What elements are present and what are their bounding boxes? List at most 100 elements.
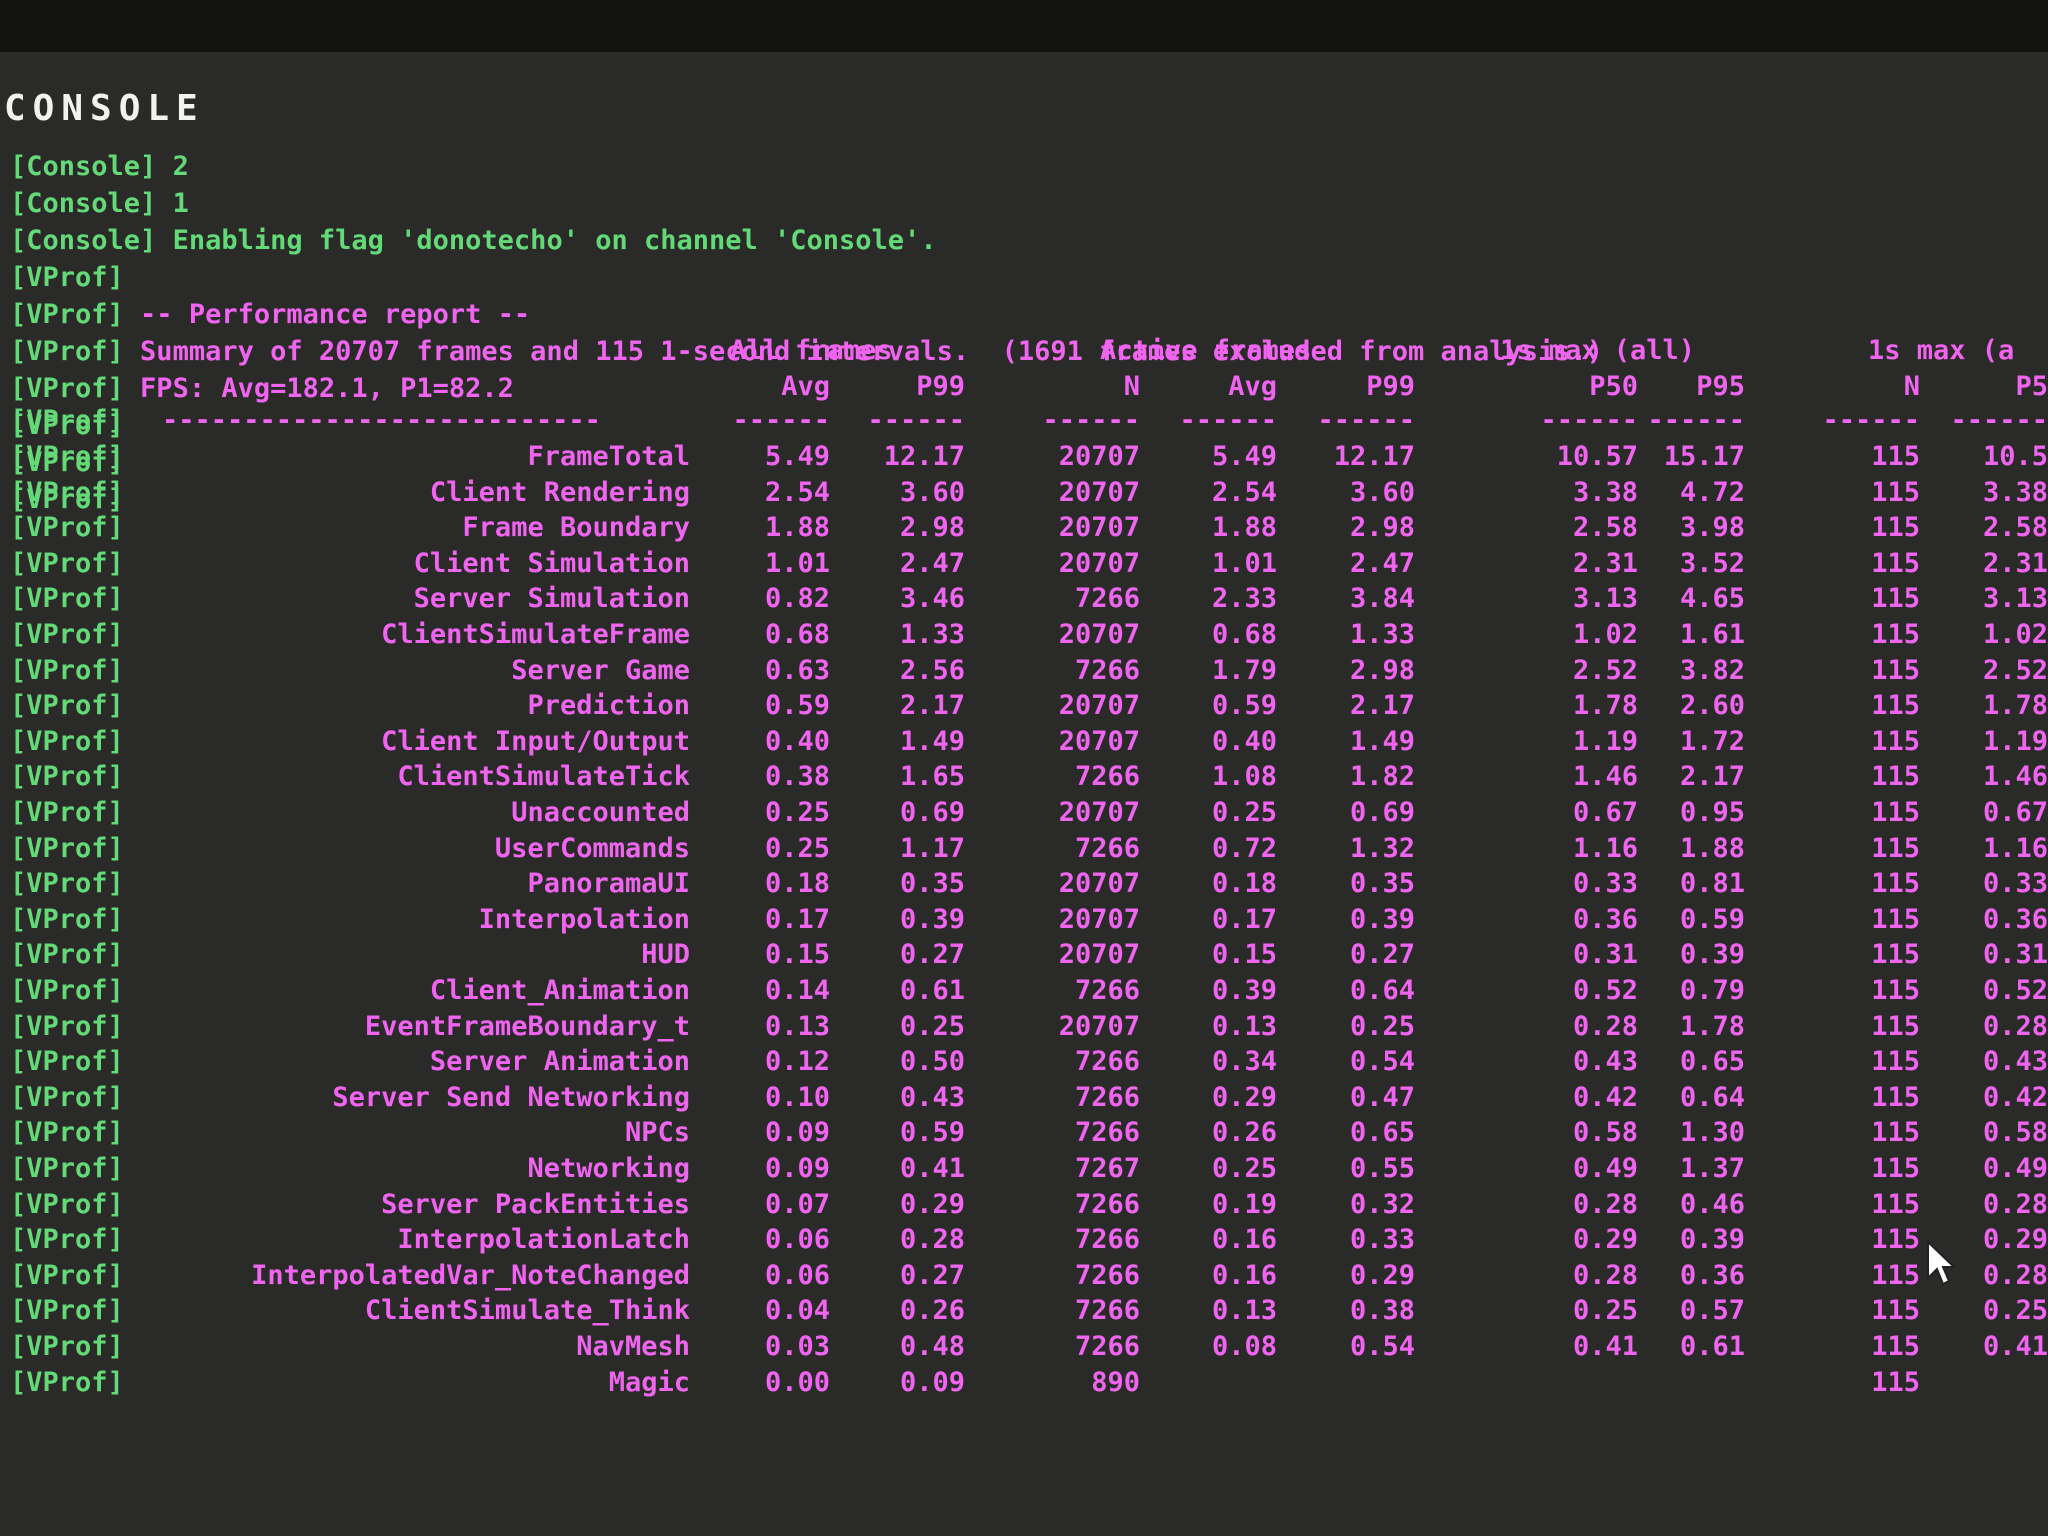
row-tag: [VProf]: [10, 833, 124, 864]
metric-value: 7266: [1074, 1189, 1140, 1220]
metric-value: 0.16: [1211, 1260, 1277, 1291]
metric-value: 2.17: [1349, 690, 1415, 721]
metric-value: 0.58: [1572, 1117, 1638, 1148]
console-line: [VProf]: [10, 259, 2048, 296]
metric-value: 7266: [1074, 1046, 1140, 1077]
metric-value: 0.46: [1679, 1189, 1745, 1220]
metric-value: 2.52: [1982, 655, 2048, 686]
metric-value: 3.98: [1679, 512, 1745, 543]
metric-value: 7266: [1074, 1295, 1140, 1326]
row-tag: [VProf]: [10, 441, 124, 472]
metric-value: 0.33: [1572, 868, 1638, 899]
metric-name: Prediction: [527, 690, 690, 721]
console-title: CONSOLE: [4, 88, 205, 129]
metric-value: 0.28: [1572, 1189, 1638, 1220]
group-header-active-frames: Active frames: [1100, 335, 1312, 366]
metric-value: 3.82: [1679, 655, 1745, 686]
log-text: 1: [156, 188, 189, 219]
metric-value: 1.65: [899, 761, 965, 792]
metric-value: 0.25: [764, 833, 830, 864]
metric-value: 1.78: [1982, 690, 2048, 721]
metric-value: 1.82: [1349, 761, 1415, 792]
metric-value: 115: [1871, 1011, 1920, 1042]
console-line: [Console] Enabling flag 'donotecho' on c…: [10, 222, 2048, 259]
metric-value: 0.59: [764, 690, 830, 721]
metric-value: 2.56: [899, 655, 965, 686]
metric-value: 115: [1871, 548, 1920, 579]
metric-value: 115: [1871, 868, 1920, 899]
metric-value: 0.00: [764, 1367, 830, 1398]
metric-value: 1.16: [1982, 833, 2048, 864]
metric-value: 0.82: [764, 583, 830, 614]
metric-name: Client Rendering: [429, 477, 690, 508]
metric-value: 7266: [1074, 1260, 1140, 1291]
metric-value: 0.09: [764, 1153, 830, 1184]
metric-value: 0.68: [1211, 619, 1277, 650]
metric-value: 1.49: [1349, 726, 1415, 757]
metric-value: 2.98: [1349, 655, 1415, 686]
metric-value: 3.46: [899, 583, 965, 614]
metric-value: 0.69: [899, 797, 965, 828]
metric-value: 115: [1871, 904, 1920, 935]
metric-value: 0.55: [1349, 1153, 1415, 1184]
metric-name: Unaccounted: [511, 797, 690, 828]
metric-value: 1.72: [1679, 726, 1745, 757]
metric-value: 1.02: [1572, 619, 1638, 650]
metric-value: 2.52: [1572, 655, 1638, 686]
metric-value: 20707: [1058, 477, 1140, 508]
metric-value: 0.29: [1211, 1082, 1277, 1113]
metric-value: [1928, 1364, 2048, 1401]
metric-value: 1.08: [1211, 761, 1277, 792]
metric-value: 1.17: [899, 833, 965, 864]
metric-name: InterpolatedVar_NoteChanged: [251, 1260, 690, 1291]
metric-value: 0.54: [1349, 1046, 1415, 1077]
group-header-1s-max-active: 1s max (a: [1868, 335, 2015, 366]
metric-value: 3.84: [1349, 583, 1415, 614]
column-header: P50: [1589, 371, 1638, 402]
metric-value: 0.41: [899, 1153, 965, 1184]
metric-value: 5.49: [764, 441, 830, 472]
metric-value: 0.42: [1982, 1082, 2048, 1113]
metric-value: 20707: [1058, 512, 1140, 543]
metric-value: 1.02: [1982, 619, 2048, 650]
metric-value: 1.79: [1211, 655, 1277, 686]
metric-value: 0.63: [764, 655, 830, 686]
metric-value: 12.17: [1333, 441, 1415, 472]
column-header: N: [1903, 371, 1920, 402]
metric-value: 0.95: [1679, 797, 1745, 828]
metric-value: 115: [1871, 477, 1920, 508]
metric-value: 20707: [1058, 726, 1140, 757]
metric-value: 0.25: [1982, 1295, 2048, 1326]
metric-name: ClientSimulate_Think: [364, 1295, 690, 1326]
metric-value: 115: [1871, 1367, 1920, 1398]
log-text: -- Performance report --: [123, 299, 531, 330]
metric-value: 20707: [1058, 939, 1140, 970]
metric-value: 1.19: [1982, 726, 2048, 757]
row-tag: [VProf]: [10, 1117, 124, 1148]
metric-value: 0.67: [1982, 797, 2048, 828]
metric-value: 115: [1871, 1046, 1920, 1077]
metric-value: 7266: [1074, 761, 1140, 792]
metric-value: [1295, 1364, 1415, 1401]
metric-value: 2.58: [1982, 512, 2048, 543]
column-header: P99: [1366, 371, 1415, 402]
metric-value: 0.42: [1572, 1082, 1638, 1113]
metric-name: Server PackEntities: [381, 1189, 690, 1220]
row-tag: [VProf]: [10, 1046, 124, 1077]
metric-name: Interpolation: [478, 904, 690, 935]
metric-value: 0.27: [1349, 939, 1415, 970]
log-tag: [Console]: [10, 188, 157, 219]
metric-value: 0.36: [1982, 904, 2048, 935]
metric-value: 115: [1871, 833, 1920, 864]
metric-value: 0.16: [1211, 1224, 1277, 1255]
column-separator: ------: [732, 405, 830, 436]
metric-value: 0.25: [1349, 1011, 1415, 1042]
metric-value: 0.52: [1982, 975, 2048, 1006]
metric-value: 115: [1871, 1295, 1920, 1326]
metric-value: 115: [1871, 726, 1920, 757]
metric-value: 20707: [1058, 1011, 1140, 1042]
column-header: P95: [1696, 371, 1745, 402]
metric-value: 0.19: [1211, 1189, 1277, 1220]
log-text: Enabling flag 'donotecho' on channel 'Co…: [156, 225, 937, 256]
metric-value: 0.29: [1572, 1224, 1638, 1255]
